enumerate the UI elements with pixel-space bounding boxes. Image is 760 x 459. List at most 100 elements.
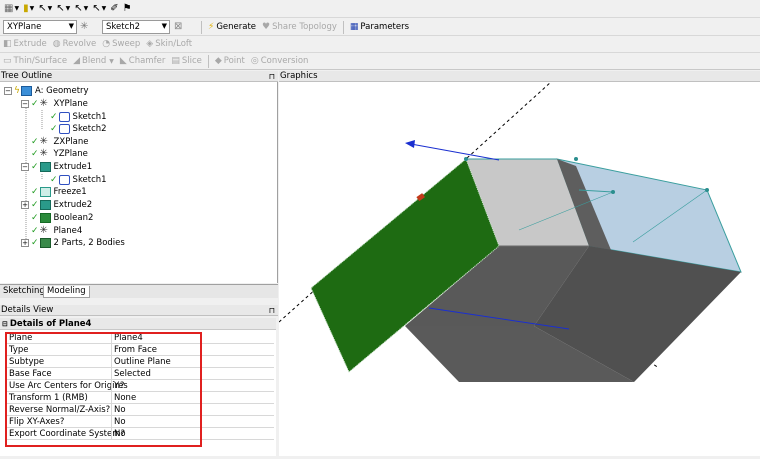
axis-line xyxy=(410,143,500,161)
details-view-title: Details View ⊓ xyxy=(0,305,278,316)
vertex-point[interactable] xyxy=(611,190,615,194)
axis-arrow-icon xyxy=(405,140,415,148)
check-icon: ✓ xyxy=(31,99,39,109)
cursor-edge-icon: ↖ xyxy=(56,2,65,14)
revolve-icon: ◍ xyxy=(52,39,61,49)
expand-icon[interactable]: + xyxy=(21,239,29,247)
select-faces-tool[interactable]: ↖ ▼ xyxy=(74,2,88,16)
check-icon: ✓ xyxy=(31,162,39,172)
check-icon: ✓ xyxy=(31,238,39,248)
mode-select-tool[interactable]: ▦ ▼ xyxy=(4,2,19,16)
lightning-status-icon: ϟ xyxy=(14,86,20,96)
parameters-button[interactable]: ▦ Parameters xyxy=(347,20,412,34)
check-icon: ✓ xyxy=(50,124,58,134)
sketch-combo[interactable]: Sketch2 ▼ xyxy=(102,20,170,34)
tree-outline: − ϟ A: Geometry − ✓ ✳ XYPlane ✓ Sketch1 … xyxy=(0,82,278,283)
plane-axes-icon: ✳ xyxy=(39,225,48,236)
generate-button[interactable]: ⚡ Generate xyxy=(205,20,259,34)
select-edges-tool[interactable]: ↖ ▼ xyxy=(56,2,70,16)
pin-select-tool[interactable]: ✐ xyxy=(110,2,118,16)
filter-icon: ▮ xyxy=(23,2,29,14)
tree-outline-title: Tree Outline ⊓ xyxy=(0,71,278,82)
tree-node-geometry[interactable]: − ϟ A: Geometry xyxy=(4,85,89,97)
blend-button[interactable]: ◢ Blend ▼ xyxy=(70,54,117,68)
select-bodies-tool[interactable]: ↖ ▼ xyxy=(92,2,106,16)
point-icon: ◆ xyxy=(214,56,222,66)
conversion-icon: ◎ xyxy=(250,56,259,66)
toolbar-operations: ▭ Thin/Surface ◢ Blend ▼ ◣ Chamfer ▤ Slice ◆ P… xyxy=(0,53,760,70)
tree-node-boolean2[interactable]: ✓ Boolean2 xyxy=(31,212,93,224)
vertex-point[interactable] xyxy=(464,157,468,161)
tree-connectors xyxy=(9,94,43,248)
cursor-face-icon: ↖ xyxy=(74,2,83,14)
collapse-icon[interactable]: − xyxy=(21,100,29,108)
slice-icon: ▤ xyxy=(171,56,180,66)
sweep-icon: ◔ xyxy=(102,39,111,49)
revolve-button[interactable]: ◍ Revolve xyxy=(50,37,99,51)
check-icon: ✓ xyxy=(31,226,39,236)
tab-sketching[interactable]: Sketching xyxy=(0,286,48,298)
pin-icon[interactable]: ⊓ xyxy=(269,71,275,82)
collapse-icon[interactable]: − xyxy=(4,87,12,95)
extrude-icon: ◧ xyxy=(3,39,12,49)
sketch-icon xyxy=(58,112,70,122)
cursor-body-icon: ↖ xyxy=(92,2,101,14)
pin-icon[interactable]: ⊓ xyxy=(269,305,275,316)
tree-node-sketch2[interactable]: ✓ Sketch2 xyxy=(50,123,107,135)
tree-node-extrude1[interactable]: − ✓ Extrude1 xyxy=(21,161,92,173)
vertex-point[interactable] xyxy=(574,157,578,161)
check-icon: ✓ xyxy=(50,175,58,185)
sweep-button[interactable]: ◔ Sweep xyxy=(99,37,143,51)
plane-combo[interactable]: XYPlane ▼ xyxy=(3,20,77,34)
check-icon: ✓ xyxy=(31,213,39,223)
tree-node-yzplane[interactable]: ✓ ✳ YZPlane xyxy=(31,148,88,160)
parameters-icon: ▦ xyxy=(349,22,359,32)
select-points-tool[interactable]: ↖ ▼ xyxy=(38,2,52,16)
toolbar-sketch: XYPlane ▼ ✳ Sketch2 ▼ ⊠ ⚡ Generate ♥ Share… xyxy=(0,18,760,36)
new-sketch-icon[interactable]: ⊠ xyxy=(174,21,182,32)
expand-icon[interactable]: + xyxy=(21,201,29,209)
point-button[interactable]: ◆ Point xyxy=(212,54,248,68)
toolbar-features: ◧ Extrude ◍ Revolve ◔ Sweep ◈ Skin/Loft xyxy=(0,36,760,53)
chamfer-button[interactable]: ◣ Chamfer xyxy=(117,54,168,68)
plane-axes-icon: ✳ xyxy=(39,98,48,109)
tree-node-freeze1[interactable]: ✓ Freeze1 xyxy=(31,186,87,198)
extrude-icon xyxy=(39,200,51,210)
conversion-button[interactable]: ◎ Conversion xyxy=(248,54,312,68)
extrude-icon xyxy=(39,162,51,172)
tree-node-zxplane[interactable]: ✓ ✳ ZXPlane xyxy=(31,136,89,148)
plane-line xyxy=(278,287,318,323)
geometry-icon xyxy=(20,86,32,96)
check-icon: ✓ xyxy=(31,149,39,159)
slice-button[interactable]: ▤ Slice xyxy=(168,54,205,68)
parts-icon xyxy=(39,238,51,248)
tree-node-parts[interactable]: + ✓ 2 Parts, 2 Bodies xyxy=(21,237,125,249)
graphics-viewport[interactable] xyxy=(278,81,760,456)
graphics-title: Graphics xyxy=(279,71,760,82)
tree-node-plane4[interactable]: ✓ ✳ Plane4 xyxy=(31,225,82,237)
tree-node-extrude1-sketch1[interactable]: ✓ Sketch1 xyxy=(50,174,107,186)
extrude-button[interactable]: ◧ Extrude xyxy=(0,37,50,51)
flag-tool[interactable]: ⚑ xyxy=(123,2,132,16)
mode-tabs: Sketching Modeling xyxy=(0,284,278,298)
filter-tool[interactable]: ▮ ▼ xyxy=(23,2,34,16)
share-topology-button[interactable]: ♥ Share Topology xyxy=(259,20,340,34)
plane-combo-value: XYPlane xyxy=(7,22,42,32)
tree-node-xyplane[interactable]: − ✓ ✳ XYPlane xyxy=(21,98,88,110)
collapse-icon[interactable]: ⊟ xyxy=(2,320,8,328)
tab-modeling[interactable]: Modeling xyxy=(43,286,90,298)
tree-node-extrude2[interactable]: + ✓ Extrude2 xyxy=(21,199,92,211)
model-view[interactable] xyxy=(278,81,760,456)
collapse-icon[interactable]: − xyxy=(21,163,29,171)
sketch-combo-value: Sketch2 xyxy=(106,22,141,32)
skin-loft-button[interactable]: ◈ Skin/Loft xyxy=(143,37,195,51)
check-icon: ✓ xyxy=(50,112,58,122)
sketch-icon xyxy=(58,175,70,185)
chamfer-icon: ◣ xyxy=(119,56,127,66)
flag-icon: ⚑ xyxy=(122,2,132,14)
thin-surface-icon: ▭ xyxy=(3,56,12,66)
tree-node-sketch1[interactable]: ✓ Sketch1 xyxy=(50,111,107,123)
thin-surface-button[interactable]: ▭ Thin/Surface xyxy=(0,54,70,68)
vertex-point[interactable] xyxy=(705,188,709,192)
new-plane-icon[interactable]: ✳ xyxy=(80,21,88,32)
